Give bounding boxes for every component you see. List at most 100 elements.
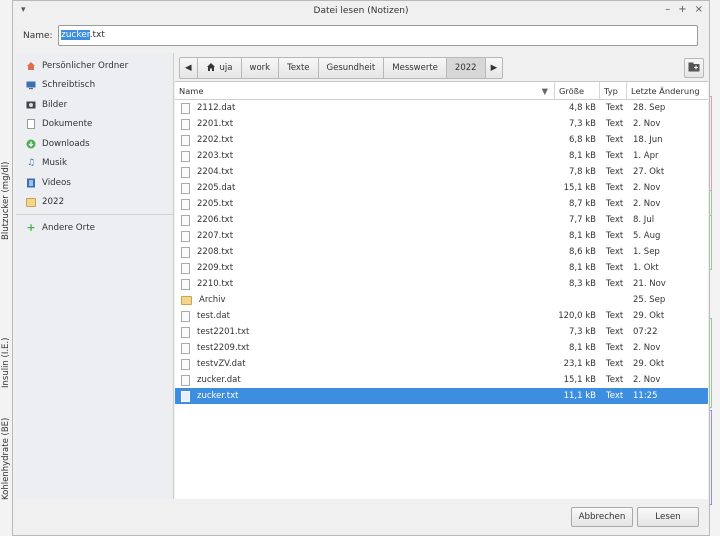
text-file-icon: [181, 358, 190, 370]
file-row[interactable]: 2209.txt 8,1 kB Text 1. Okt: [175, 260, 708, 276]
file-type: Text: [606, 279, 624, 289]
column-header-name[interactable]: Name ▼: [175, 82, 555, 99]
sidebar-item-downloads[interactable]: Downloads: [16, 134, 173, 154]
column-header-size[interactable]: Größe: [555, 82, 600, 99]
file-type: Text: [606, 135, 624, 145]
background-label-blutzucker: Blutzucker (mg/dl): [1, 161, 11, 240]
file-type: Text: [606, 327, 624, 337]
file-row[interactable]: 2204.txt 7,8 kB Text 27. Okt: [175, 164, 708, 180]
places-sidebar: Persönlicher Ordner Schreibtisch Bilder …: [16, 53, 174, 499]
sidebar-item-pictures[interactable]: Bilder: [16, 95, 173, 115]
file-name-cell: Archiv: [175, 295, 555, 305]
chevron-right-icon: ▶: [490, 63, 498, 73]
path-segment-texte[interactable]: Texte: [279, 57, 319, 79]
text-file-icon: [181, 342, 190, 354]
file-name: 2207.txt: [197, 231, 234, 241]
file-size: 7,3 kB: [569, 327, 596, 337]
file-date: 29. Okt: [633, 311, 665, 321]
path-segment-messwerte[interactable]: Messwerte: [384, 57, 447, 79]
file-type: Text: [606, 263, 624, 273]
filename-selected-text: zucker: [61, 30, 90, 40]
file-name: 2112.dat: [197, 103, 236, 113]
path-back-button[interactable]: ◀: [179, 57, 198, 79]
file-name-cell: 2202.txt: [175, 134, 555, 146]
path-segment-work[interactable]: work: [241, 57, 280, 79]
file-name-cell: testvZV.dat: [175, 358, 555, 370]
file-name-cell: 2208.txt: [175, 246, 555, 258]
file-date: 25. Sep: [633, 295, 666, 305]
file-name: zucker.dat: [197, 375, 241, 385]
file-row[interactable]: 2208.txt 8,6 kB Text 1. Sep: [175, 244, 708, 260]
file-type: Text: [606, 375, 624, 385]
file-list-header: Name ▼ Größe Typ Letzte Änderung: [175, 82, 708, 100]
file-date: 2. Nov: [633, 199, 661, 209]
file-name: 2202.txt: [197, 135, 234, 145]
close-icon[interactable]: ×: [695, 4, 703, 15]
file-row[interactable]: zucker.txt 11,1 kB Text 11:25: [175, 388, 708, 404]
filename-rest-text: .txt: [89, 30, 105, 40]
file-row[interactable]: 2112.dat 4,8 kB Text 28. Sep: [175, 100, 708, 116]
open-button[interactable]: Lesen: [637, 507, 699, 527]
text-file-icon: [181, 374, 190, 386]
path-segment-uja[interactable]: uja: [197, 57, 242, 79]
file-name-cell: 2203.txt: [175, 150, 555, 162]
file-name: 2201.txt: [197, 119, 234, 129]
file-row[interactable]: 2207.txt 8,1 kB Text 5. Aug: [175, 228, 708, 244]
file-row[interactable]: 2206.txt 7,7 kB Text 8. Jul: [175, 212, 708, 228]
sidebar-item-videos[interactable]: Videos: [16, 173, 173, 193]
file-row[interactable]: testvZV.dat 23,1 kB Text 29. Okt: [175, 356, 708, 372]
folder-icon: [181, 295, 192, 305]
new-folder-button[interactable]: [684, 58, 704, 78]
file-row[interactable]: zucker.dat 15,1 kB Text 2. Nov: [175, 372, 708, 388]
cancel-button[interactable]: Abbrechen: [571, 507, 633, 527]
sidebar-item-label: Schreibtisch: [42, 80, 96, 91]
sidebar-item-music[interactable]: ♫ Musik: [16, 154, 173, 174]
text-file-icon: [181, 326, 190, 338]
column-header-type[interactable]: Typ: [600, 82, 627, 99]
file-row[interactable]: 2202.txt 6,8 kB Text 18. Jun: [175, 132, 708, 148]
file-row[interactable]: test2201.txt 7,3 kB Text 07:22: [175, 324, 708, 340]
file-name-cell: zucker.txt: [175, 390, 555, 402]
filename-input[interactable]: zucker.txt: [58, 25, 698, 46]
file-name: 2205.txt: [197, 199, 234, 209]
minimize-icon[interactable]: –: [665, 4, 670, 15]
sidebar-item-home[interactable]: Persönlicher Ordner: [16, 56, 173, 76]
sidebar-item-label: 2022: [42, 197, 65, 208]
text-file-icon: [181, 150, 190, 162]
file-row[interactable]: test2209.txt 8,1 kB Text 2. Nov: [175, 340, 708, 356]
file-name: 2209.txt: [197, 263, 234, 273]
file-type: Text: [606, 359, 624, 369]
file-row[interactable]: 2205.txt 8,7 kB Text 2. Nov: [175, 196, 708, 212]
file-size: 23,1 kB: [563, 359, 596, 369]
column-header-date[interactable]: Letzte Änderung: [627, 82, 708, 99]
file-size: 6,8 kB: [569, 135, 596, 145]
window-menu-icon[interactable]: ▾: [21, 5, 26, 15]
sidebar-item-label: Videos: [42, 177, 71, 188]
sidebar-item-desktop[interactable]: Schreibtisch: [16, 76, 173, 96]
path-forward-button[interactable]: ▶: [485, 57, 504, 79]
file-row[interactable]: 2201.txt 7,3 kB Text 2. Nov: [175, 116, 708, 132]
file-date: 27. Okt: [633, 167, 665, 177]
text-file-icon: [181, 166, 190, 178]
file-type: Text: [606, 343, 624, 353]
sidebar-item-2022[interactable]: 2022: [16, 193, 173, 213]
file-row[interactable]: test.dat 120,0 kB Text 29. Okt: [175, 308, 708, 324]
sidebar-item-label: Musik: [42, 158, 67, 169]
sidebar-item-documents[interactable]: Dokumente: [16, 115, 173, 135]
maximize-icon[interactable]: +: [678, 4, 686, 15]
video-icon: [26, 178, 36, 188]
file-name: 2203.txt: [197, 151, 234, 161]
file-date: 2. Nov: [633, 343, 661, 353]
sidebar-item-other-locations[interactable]: + Andere Orte: [16, 218, 173, 238]
file-name: zucker.txt: [197, 391, 239, 401]
path-segment-gesundheit[interactable]: Gesundheit: [318, 57, 385, 79]
file-name: 2208.txt: [197, 247, 234, 257]
file-row[interactable]: Archiv 25. Sep: [175, 292, 708, 308]
chevron-left-icon: ◀: [185, 63, 192, 73]
file-type: Text: [606, 231, 624, 241]
file-name-cell: 2210.txt: [175, 278, 555, 290]
file-row[interactable]: 2210.txt 8,3 kB Text 21. Nov: [175, 276, 708, 292]
path-segment-2022[interactable]: 2022: [446, 57, 486, 79]
file-row[interactable]: 2205.dat 15,1 kB Text 2. Nov: [175, 180, 708, 196]
file-row[interactable]: 2203.txt 8,1 kB Text 1. Apr: [175, 148, 708, 164]
